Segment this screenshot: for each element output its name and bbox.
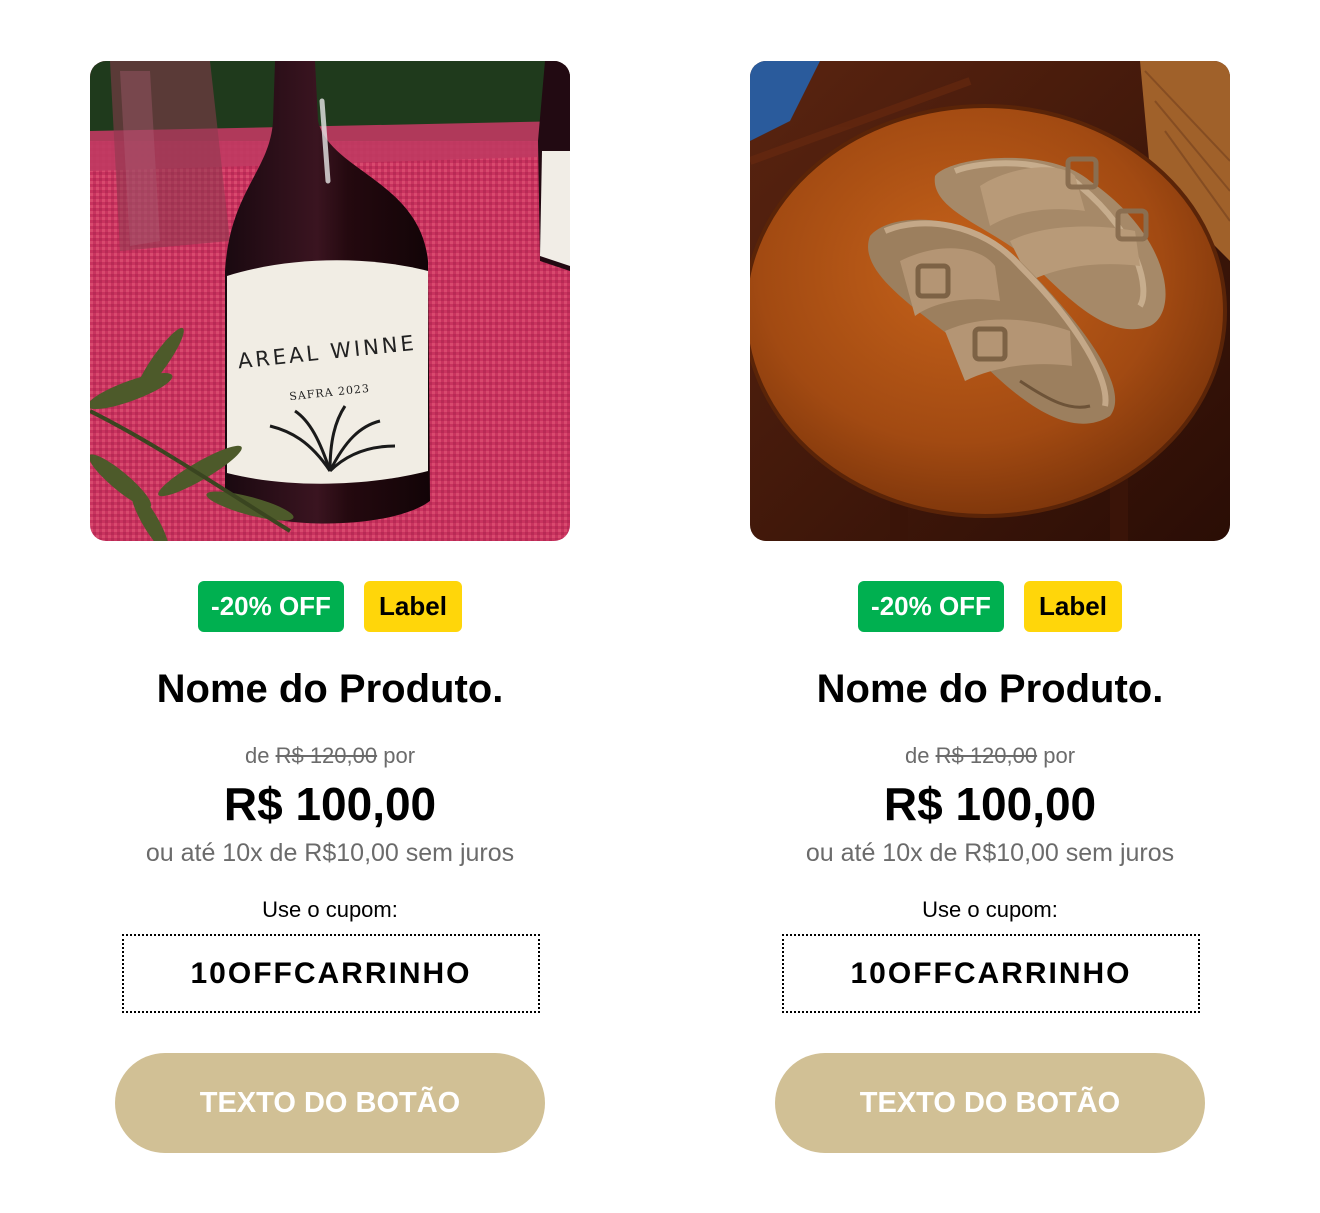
label-badge: Label [1024,581,1122,632]
coupon-code[interactable]: 10OFFCARRINHO [782,934,1200,1013]
old-price-suffix: por [1043,743,1076,768]
discount-badge: -20% OFF [198,581,344,632]
coupon-label: Use o cupom: [922,897,1058,922]
current-price: R$ 100,00 [223,778,437,830]
sandals-photo [750,61,1230,541]
current-price: R$ 100,00 [883,778,1097,830]
product-name[interactable]: Nome do Produto. [0,664,660,714]
wine-bottle-photo: AREAL WINNE SAFRA 2023 [90,61,570,541]
cta-button[interactable]: TEXTO DO BOTÃO [775,1053,1205,1153]
product-card: AREAL WINNE SAFRA 2023 -20% OFF Label No… [0,0,660,1213]
cta-button[interactable]: TEXTO DO BOTÃO [115,1053,545,1153]
old-price-line: de R$ 120,00 por [0,742,660,770]
installments-text: ou até 10x de R$10,00 sem juros [145,839,515,867]
old-price-line: de R$ 120,00 por [660,742,1320,770]
installments-text: ou até 10x de R$10,00 sem juros [805,839,1175,867]
old-price-prefix: de [904,743,930,768]
coupon-code[interactable]: 10OFFCARRINHO [122,934,540,1013]
product-card: -20% OFF Label Nome do Produto. de R$ 12… [660,0,1320,1213]
product-image[interactable] [750,61,1230,541]
old-price: R$ 120,00 [275,743,378,768]
old-price-prefix: de [244,743,270,768]
coupon-label: Use o cupom: [262,897,398,922]
product-name[interactable]: Nome do Produto. [660,664,1320,714]
label-badge: Label [364,581,462,632]
badges-row: -20% OFF Label [0,581,660,632]
old-price: R$ 120,00 [935,743,1038,768]
badges-row: -20% OFF Label [660,581,1320,632]
discount-badge: -20% OFF [858,581,1004,632]
product-image[interactable]: AREAL WINNE SAFRA 2023 [90,61,570,541]
old-price-suffix: por [383,743,416,768]
